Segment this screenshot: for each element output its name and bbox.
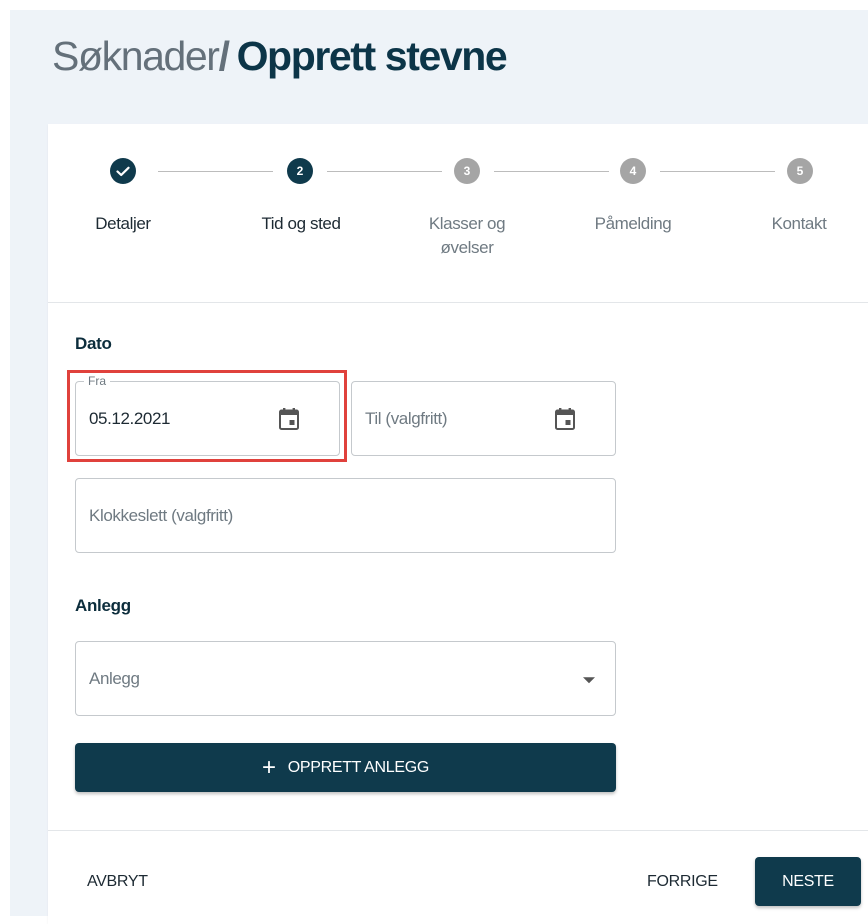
- fra-date-field[interactable]: Fra 05.12.2021: [75, 381, 340, 456]
- breadcrumb-separator: /: [219, 33, 229, 79]
- step-3-label-line1: Klasser og: [402, 212, 532, 236]
- step-4-circle: 4: [620, 158, 646, 184]
- calendar-icon[interactable]: [279, 408, 299, 430]
- check-icon: [116, 166, 130, 177]
- fra-date-value[interactable]: 05.12.2021: [89, 409, 170, 429]
- step-4-label: Påmelding: [568, 212, 698, 236]
- step-3-label-line2: øvelser: [402, 236, 532, 260]
- step-3-circle: 3: [454, 158, 480, 184]
- previous-button[interactable]: FORRIGE: [647, 873, 718, 891]
- next-button[interactable]: NESTE: [755, 857, 861, 906]
- create-anlegg-label: OPPRETT ANLEGG: [288, 759, 429, 777]
- calendar-icon[interactable]: [555, 408, 575, 430]
- step-connector: [494, 171, 609, 172]
- klokkeslett-field[interactable]: Klokkeslett (valgfritt): [75, 478, 616, 553]
- step-5-circle: 5: [787, 158, 813, 184]
- step-5-label: Kontakt: [734, 212, 864, 236]
- create-anlegg-button[interactable]: + OPPRETT ANLEGG: [75, 743, 616, 792]
- dato-section-title: Dato: [75, 334, 112, 354]
- step-2-circle: 2: [287, 158, 313, 184]
- page-title: Søknader/Opprett stevne: [52, 30, 506, 82]
- anlegg-select[interactable]: Anlegg: [75, 641, 616, 716]
- breadcrumb-parent[interactable]: Søknader: [52, 33, 219, 79]
- step-3-label: Klasser og øvelser: [402, 212, 532, 260]
- step-connector: [327, 171, 442, 172]
- footer-divider: [48, 830, 868, 831]
- step-1-circle: [110, 158, 136, 184]
- til-date-field[interactable]: Til (valgfritt): [351, 381, 616, 456]
- step-connector: [660, 171, 775, 172]
- chevron-down-icon[interactable]: [583, 677, 595, 683]
- cancel-button[interactable]: AVBRYT: [87, 873, 148, 891]
- klokkeslett-placeholder: Klokkeslett (valgfritt): [89, 506, 233, 526]
- step-1-label: Detaljer: [58, 212, 188, 236]
- anlegg-section-title: Anlegg: [75, 596, 131, 616]
- fra-label: Fra: [84, 374, 110, 388]
- breadcrumb-current: Opprett stevne: [237, 33, 507, 79]
- til-date-placeholder: Til (valgfritt): [365, 409, 447, 429]
- anlegg-select-placeholder: Anlegg: [89, 669, 140, 689]
- stepper-divider: [48, 302, 868, 303]
- step-connector: [158, 171, 273, 172]
- plus-icon: +: [262, 760, 276, 776]
- form-card: 2 3 4 5 Detaljer Tid og sted Klasser og …: [48, 124, 868, 924]
- step-2-label: Tid og sted: [236, 212, 366, 236]
